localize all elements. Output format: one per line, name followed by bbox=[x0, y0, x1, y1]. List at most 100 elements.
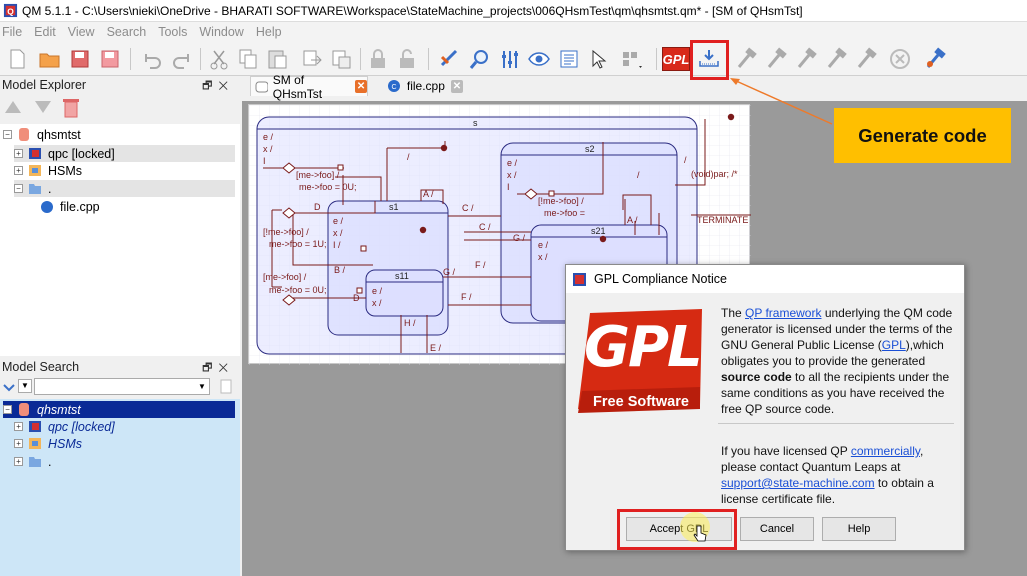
support-email-link[interactable]: support@state-machine.com bbox=[721, 476, 875, 490]
model-explorer-tree: − qhsmtst + qpc [locked] + HSMs − . file… bbox=[0, 124, 240, 356]
properties-button[interactable] bbox=[496, 45, 524, 73]
folder-icon bbox=[29, 184, 41, 194]
zoom-fit-button[interactable] bbox=[436, 45, 464, 73]
cpp-file-icon: C bbox=[388, 80, 400, 92]
expand-icon[interactable]: + bbox=[14, 422, 23, 431]
menu-edit[interactable]: Edit bbox=[28, 25, 62, 39]
model-icon bbox=[19, 128, 29, 141]
cancel-button[interactable]: Cancel bbox=[740, 517, 814, 541]
transition-label: TERMINATE bbox=[697, 215, 748, 225]
clone-button[interactable] bbox=[298, 45, 326, 73]
save-as-button[interactable] bbox=[66, 45, 94, 73]
view-button[interactable] bbox=[525, 45, 553, 73]
build-button[interactable] bbox=[732, 45, 760, 73]
tab-sm-of-qhsmtst[interactable]: SM of QHsmTst ✕ bbox=[250, 73, 368, 101]
import-button[interactable] bbox=[327, 45, 355, 73]
stop-button[interactable] bbox=[886, 45, 914, 73]
tree-item-qhsmtst[interactable]: − qhsmtst bbox=[3, 126, 81, 143]
close-icon[interactable]: ✕ bbox=[355, 80, 367, 93]
find-icon[interactable] bbox=[218, 379, 234, 395]
transition-label: B / bbox=[334, 265, 346, 275]
search-input[interactable] bbox=[34, 378, 210, 395]
transition-label: me->foo = bbox=[544, 208, 585, 218]
collapse-icon[interactable]: − bbox=[3, 405, 12, 414]
menu-help[interactable]: Help bbox=[250, 25, 288, 39]
tree-item-file-cpp[interactable]: file.cpp bbox=[40, 198, 100, 215]
state-action: I bbox=[507, 182, 510, 192]
paste-button[interactable] bbox=[263, 45, 291, 73]
expand-icon[interactable]: + bbox=[14, 457, 23, 466]
select-button[interactable] bbox=[584, 45, 612, 73]
search-item-directory[interactable]: + . bbox=[14, 453, 51, 470]
transition-label: C / bbox=[479, 222, 491, 232]
undo-button[interactable] bbox=[138, 45, 166, 73]
open-button[interactable] bbox=[36, 45, 64, 73]
accept-gpl-highlight bbox=[617, 509, 737, 550]
trash-icon[interactable] bbox=[62, 97, 80, 119]
transition-label: me->foo = 1U; bbox=[269, 239, 327, 249]
close-icon[interactable]: ✕ bbox=[450, 79, 463, 93]
layout-button[interactable] bbox=[618, 45, 646, 73]
help-button[interactable]: Help bbox=[822, 517, 896, 541]
unlock-button[interactable] bbox=[393, 45, 421, 73]
new-file-button[interactable] bbox=[3, 45, 31, 73]
state-action: x / bbox=[333, 228, 343, 238]
generate-code-callout: Generate code bbox=[834, 108, 1011, 163]
dialog-title: GPL Compliance Notice bbox=[594, 272, 727, 286]
move-down-icon[interactable] bbox=[34, 99, 52, 115]
dialog-title-bar: GPL Compliance Notice bbox=[566, 265, 964, 293]
gpl-badge: GPL bbox=[662, 47, 690, 71]
collapse-icon[interactable]: − bbox=[3, 130, 12, 139]
lock-button[interactable] bbox=[364, 45, 392, 73]
expand-icon[interactable]: + bbox=[14, 149, 23, 158]
search-item-hsms[interactable]: + HSMs bbox=[14, 435, 82, 452]
search-button[interactable] bbox=[466, 45, 494, 73]
tree-item-qpc[interactable]: + qpc [locked] bbox=[14, 145, 235, 162]
gpl-link[interactable]: GPL bbox=[882, 338, 906, 352]
hammer-icon bbox=[857, 47, 877, 68]
app-icon bbox=[573, 273, 586, 286]
code-view-button[interactable] bbox=[555, 45, 583, 73]
search-item-qpc[interactable]: + qpc [locked] bbox=[14, 418, 115, 435]
debug-button[interactable] bbox=[852, 45, 880, 73]
expand-icon[interactable]: + bbox=[14, 166, 23, 175]
clean-button[interactable] bbox=[792, 45, 820, 73]
menu-search[interactable]: Search bbox=[101, 25, 153, 39]
collapse-icon[interactable]: − bbox=[14, 184, 23, 193]
copy-button[interactable] bbox=[234, 45, 262, 73]
transition-label: [!me->foo] / bbox=[263, 227, 309, 237]
menu-view[interactable]: View bbox=[62, 25, 101, 39]
qp-framework-link[interactable]: QP framework bbox=[745, 306, 821, 320]
chevron-down-icon[interactable]: ▼ bbox=[196, 380, 208, 393]
gpl-logo-subtext: Free Software bbox=[593, 394, 689, 410]
divider bbox=[718, 423, 954, 424]
tab-file-cpp[interactable]: C file.cpp ✕ bbox=[383, 76, 463, 96]
search-options-icon[interactable] bbox=[2, 380, 16, 394]
transition-label: [!me->foo] / bbox=[538, 196, 584, 206]
move-up-icon[interactable] bbox=[4, 99, 22, 115]
run-button[interactable] bbox=[822, 45, 850, 73]
search-item-qhsmtst[interactable]: − qhsmtst bbox=[3, 401, 235, 418]
state-s21-name: s21 bbox=[591, 226, 606, 236]
tree-item-directory[interactable]: − . bbox=[14, 180, 235, 197]
save-button[interactable] bbox=[96, 45, 124, 73]
tree-item-hsms[interactable]: + HSMs bbox=[14, 162, 82, 179]
gpl-button[interactable]: GPL bbox=[661, 45, 691, 73]
transition-label: D bbox=[353, 293, 360, 303]
hammer-icon bbox=[737, 47, 757, 68]
rebuild-button[interactable] bbox=[762, 45, 790, 73]
menu-file[interactable]: File bbox=[0, 25, 28, 39]
tools-button[interactable] bbox=[921, 45, 949, 73]
menu-tools[interactable]: Tools bbox=[152, 25, 193, 39]
state-s1-name: s1 bbox=[389, 202, 399, 212]
cut-button[interactable] bbox=[205, 45, 233, 73]
expand-icon[interactable]: + bbox=[14, 439, 23, 448]
state-machine-icon bbox=[255, 81, 268, 92]
menu-window[interactable]: Window bbox=[193, 25, 249, 39]
search-mode-dropdown[interactable]: ▼ bbox=[18, 379, 32, 393]
copy-icon bbox=[239, 49, 257, 69]
transition-label: A / bbox=[423, 189, 434, 199]
import-icon bbox=[332, 50, 351, 69]
redo-button[interactable] bbox=[168, 45, 196, 73]
commercially-link[interactable]: commercially bbox=[851, 444, 920, 458]
